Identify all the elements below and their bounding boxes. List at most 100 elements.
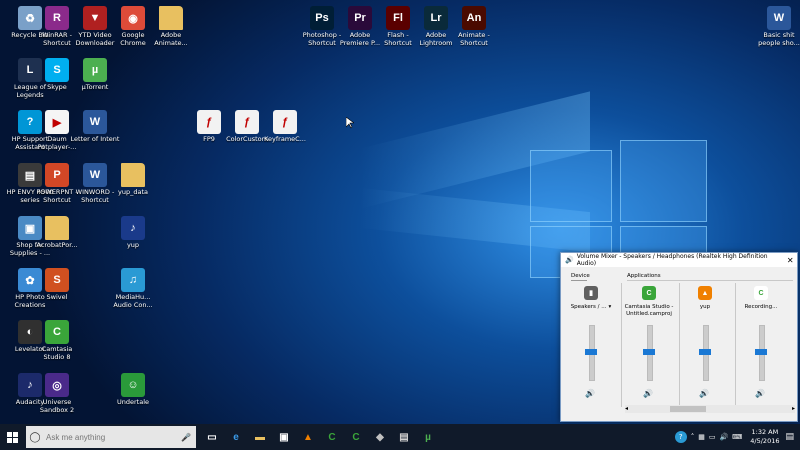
mute-speaker-icon[interactable]: 🔊 [699,389,709,398]
task-view-icon: ▭ [207,431,217,443]
taskbar-vlc-button[interactable]: ▲ [296,425,320,449]
desktop-icon-camtasia[interactable]: C Camtasia Studio 8 [32,320,82,361]
mixer-channel-name: yup [679,304,731,311]
taskbar-task-view-button[interactable]: ▭ [200,425,224,449]
volume-icon[interactable]: 🔊 [719,433,728,441]
desktop-icon-universe[interactable]: ◎ Universe Sandbox 2 [32,373,82,414]
swivel-icon: S [45,268,69,292]
clock[interactable]: 1:32 AM 4/5/2016 [750,428,779,446]
keyboard-icon[interactable]: ⌨ [732,433,742,441]
mixer-channel-label: Speakers / ... [570,304,607,310]
desktop-icon-swivel[interactable]: S Swivel [32,268,82,302]
mixer-channel: ▮ Speakers / ... ▾ 🔊 [565,283,617,403]
volume-slider-thumb[interactable] [643,349,655,355]
mixer-channel-name: Camtasia Studio - Untitled.camproj [623,304,675,317]
desktop-icon-label: KeyframeC... [264,135,306,143]
vlc-icon: ▲ [698,286,712,300]
desktop-icon-label: Letter of Intent [70,135,120,143]
desktop-icon-label: MediaHu... Audio Con... [113,293,153,309]
word-doc-icon: W [767,6,791,30]
winrar-icon: R [45,6,69,30]
word-doc-icon: W [83,110,107,134]
desktop-icon-label: Undertale [116,398,149,406]
desktop-icon-label: yup_data [118,188,148,196]
chevron-down-icon[interactable]: ▾ [609,304,612,310]
cortana-icon: ◯ [29,431,41,443]
desktop-icon-keyframe[interactable]: ƒ KeyframeC... [260,110,310,144]
desktop-icon-yupdata[interactable]: yup_data [108,163,158,197]
taskbar-window-button[interactable]: ▤ [392,425,416,449]
windows-logo-icon [6,431,18,443]
desktop-icon-yup[interactable]: ♪ yup [108,216,158,250]
help-tray-icon[interactable]: ? [674,431,687,443]
mute-speaker-icon[interactable]: 🔊 [755,389,765,398]
volume-slider-thumb[interactable] [699,349,711,355]
chevron-up-icon[interactable]: ˄ [691,433,695,441]
desktop-icon-an[interactable]: An Animate - Shortcut [449,6,499,47]
volume-slider-thumb[interactable] [585,349,597,355]
cortana-search-box[interactable]: ◯ 🎤 [26,426,196,448]
desktop-icon-animfolder[interactable]: Adobe Animate... [146,6,196,47]
close-icon[interactable]: ✕ [783,256,797,265]
ytd-icon: ▼ [83,6,107,30]
edge-icon: e [233,431,239,443]
desktop-icon-mediahu[interactable]: ♫ MediaHu... Audio Con... [108,268,158,309]
mixer-app-icon: 🔊 [565,256,574,264]
desktop-icon-acrobat[interactable]: AcrobatPor... [32,216,82,250]
camtasia-icon: C [328,431,336,443]
camtasia-icon: C [45,320,69,344]
taskbar-shield-button[interactable]: ◆ [368,425,392,449]
taskbar-camtasia-recorder-button[interactable]: C [344,425,368,449]
desktop-icon-basic[interactable]: W Basic shit people sho... [754,6,800,47]
desktop-icon-label: Universe Sandbox 2 [39,398,75,414]
audio-file-icon: ♪ [121,216,145,240]
mixer-channel: ▲ yup 🔊 [679,283,731,403]
desktop: ♻ Recycle Bin R WinRAR - Shortcut ▼ YTD Video… [0,0,800,424]
search-input[interactable] [44,431,178,443]
scrollbar-thumb[interactable] [670,406,706,412]
scroll-right-icon[interactable]: ▸ [792,405,795,412]
system-tray: ? ˄ ▦ ▭ 🔊 ⌨ 1:32 AM 4/5/2016 ▤ [674,424,800,450]
taskbar-edge-button[interactable]: e [224,425,248,449]
file-explorer-icon: ▬ [255,431,265,443]
animate-icon: An [462,6,486,30]
premiere-icon: Pr [348,6,372,30]
mute-speaker-icon[interactable]: 🔊 [643,389,653,398]
chrome-icon: ◉ [121,6,145,30]
mixer-channel: C Recording... 🔊 [735,283,787,403]
taskbar-store-button[interactable]: ▣ [272,425,296,449]
clock-date: 4/5/2016 [750,437,780,445]
mixer-channel-label: yup [699,304,711,310]
volume-mixer-window[interactable]: 🔊 Volume Mixer - Speakers / Headphones (… [560,252,798,422]
desktop-icon-utorrent[interactable]: µ µTorrent [70,58,120,92]
desktop-icon-letter[interactable]: W Letter of Intent [70,110,120,144]
mixer-title-bar[interactable]: 🔊 Volume Mixer - Speakers / Headphones (… [561,253,797,267]
microphone-icon[interactable]: 🎤 [181,433,191,442]
folder-icon [121,163,145,187]
taskbar: ◯ 🎤 ▭ e ▬ ▣ ▲ C C ◆ ▤ µ ? ˄ ▦ ▭ 🔊 ⌨ 1:32 AM 4/5/2… [0,424,800,450]
mixer-channel-name: Recording... [735,304,787,311]
desktop-icon-label: Swivel [46,293,68,301]
desktop-icon-undertale[interactable]: ☺ Undertale [108,373,158,407]
taskbar-file-explorer-button[interactable]: ▬ [248,425,272,449]
desktop-icon-label: Adobe Animate... [154,31,188,47]
mute-speaker-icon[interactable]: 🔊 [585,389,595,398]
flash-icon: Fl [386,6,410,30]
camtasia-icon: C [642,286,656,300]
clock-time: 1:32 AM [751,428,779,436]
network-icon[interactable]: ▦ [698,433,705,441]
mixer-title: Volume Mixer - Speakers / Headphones (Re… [576,253,768,267]
volume-slider-thumb[interactable] [755,349,767,355]
action-center-icon[interactable]: ▤ [785,432,794,442]
window-icon: ▤ [399,431,409,443]
mixer-horizontal-scrollbar[interactable]: ◂ ▸ [625,405,795,413]
start-button[interactable] [0,425,24,449]
mixer-channel-name[interactable]: Speakers / ... ▾ [565,304,617,311]
battery-icon[interactable]: ▭ [709,433,716,441]
potplayer-icon: ▶ [45,110,69,134]
taskbar-camtasia-button[interactable]: C [320,425,344,449]
desktop-icon-label: µTorrent [81,83,109,91]
taskbar-apps: ▭ e ▬ ▣ ▲ C C ◆ ▤ µ [200,425,440,449]
taskbar-utorrent-button[interactable]: µ [416,425,440,449]
scroll-left-icon[interactable]: ◂ [625,405,628,412]
